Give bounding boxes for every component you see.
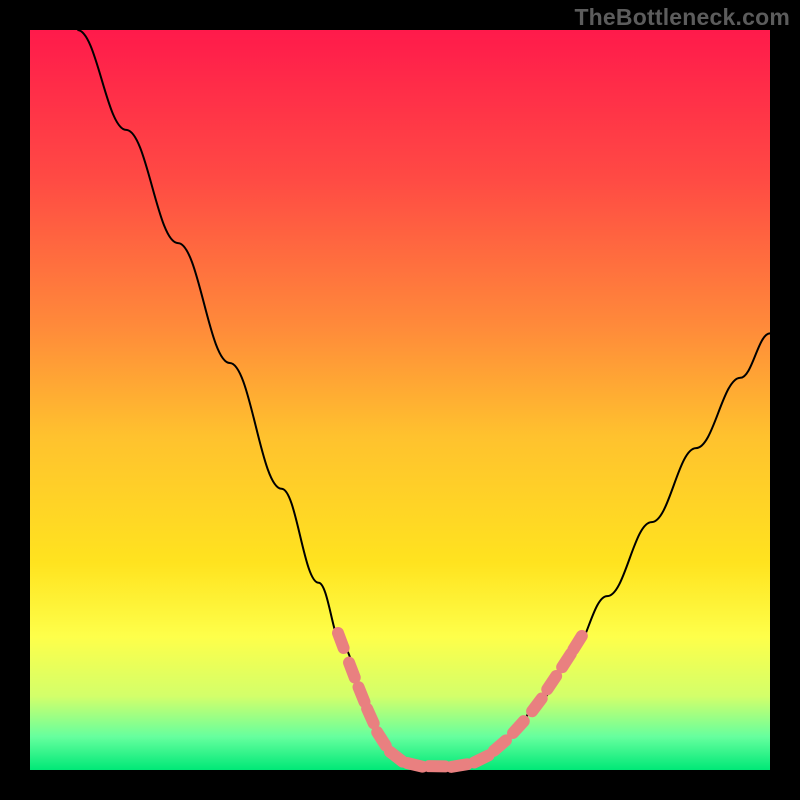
highlight-dash bbox=[513, 721, 524, 733]
highlight-dash bbox=[349, 663, 355, 678]
highlight-dash bbox=[547, 676, 556, 689]
plot-background bbox=[30, 30, 770, 770]
bottleneck-chart bbox=[0, 0, 800, 800]
watermark-text: TheBottleneck.com bbox=[574, 4, 790, 31]
highlight-dash bbox=[407, 763, 423, 767]
chart-frame: TheBottleneck.com bbox=[0, 0, 800, 800]
highlight-dash bbox=[562, 654, 571, 667]
highlight-dash bbox=[377, 732, 386, 746]
highlight-dash bbox=[573, 636, 581, 650]
highlight-dash bbox=[359, 687, 365, 702]
highlight-dash bbox=[474, 755, 488, 762]
highlight-dash bbox=[367, 709, 374, 724]
highlight-dash bbox=[390, 752, 403, 762]
highlight-dash bbox=[532, 698, 542, 711]
highlight-dash bbox=[451, 764, 467, 767]
highlight-dash bbox=[494, 740, 506, 750]
highlight-dash bbox=[338, 633, 344, 648]
